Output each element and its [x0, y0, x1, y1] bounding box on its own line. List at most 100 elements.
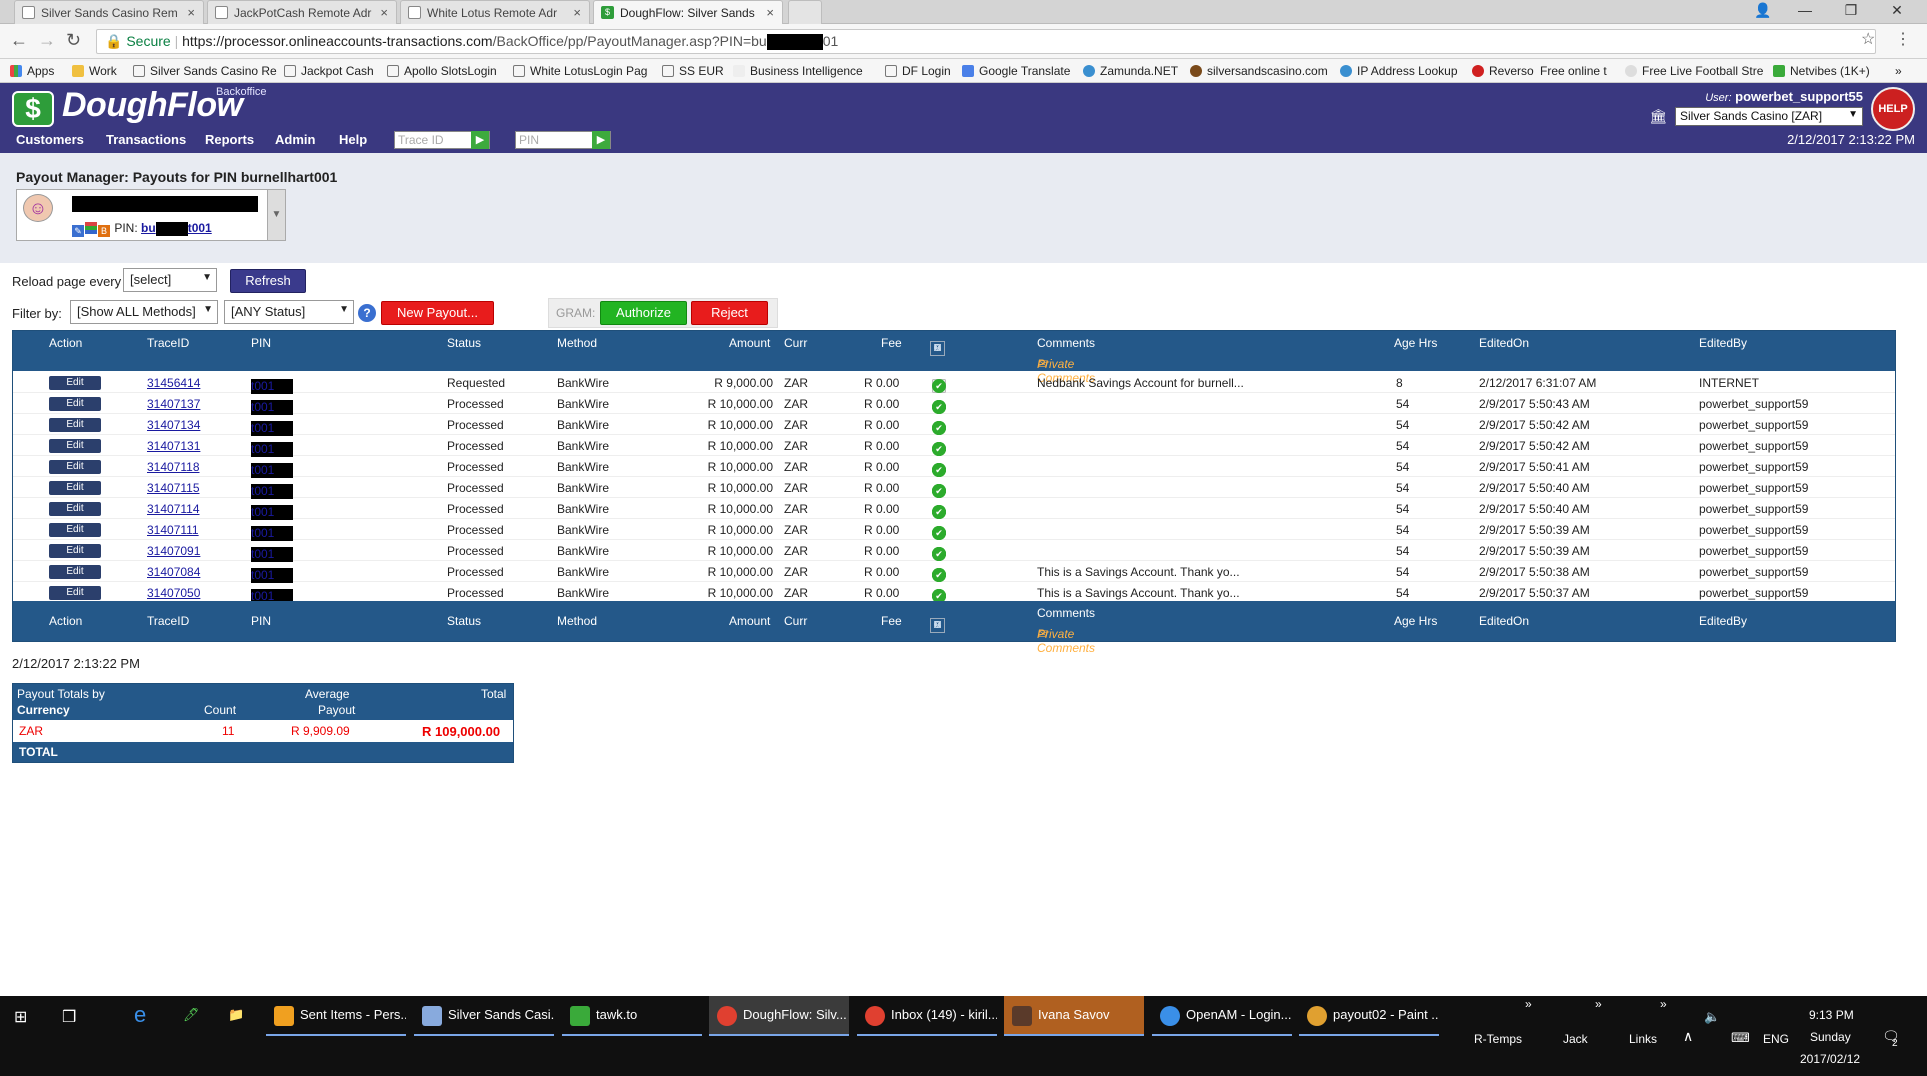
status-filter-select[interactable]: [ANY Status] ▼ — [224, 300, 354, 324]
browser-tab-white-lotus[interactable]: White Lotus Remote Adr × — [400, 0, 590, 24]
pin-go-button[interactable]: ▶ — [592, 131, 610, 149]
col-traceid[interactable]: TraceID — [147, 614, 189, 628]
edit-button[interactable]: Edit — [49, 418, 101, 432]
bookmark-free-live-football[interactable]: Free Live Football Stre — [1625, 64, 1763, 78]
browser-tab-silver-sands[interactable]: Silver Sands Casino Rem × — [14, 0, 204, 24]
col-method[interactable]: Method — [557, 336, 597, 350]
toolbar-links[interactable]: Links — [1629, 1032, 1657, 1046]
edit-icon[interactable]: ✎ — [72, 225, 84, 237]
more-bookmarks-icon[interactable]: » — [1895, 64, 1902, 78]
trace-id-link[interactable]: 31407115 — [147, 481, 200, 495]
col-status[interactable]: Status — [447, 614, 481, 628]
col-age[interactable]: Age Hrs — [1394, 336, 1437, 350]
col-age[interactable]: Age Hrs — [1394, 614, 1437, 628]
bookmark-zamunda[interactable]: Zamunda.NET — [1083, 64, 1178, 78]
taskbar-ivana-savov[interactable]: Ivana Savov — [1004, 996, 1144, 1036]
clock-time[interactable]: 9:13 PM — [1809, 1008, 1854, 1022]
taskbar-silver-sands[interactable]: Silver Sands Casi... — [414, 996, 554, 1036]
edit-button[interactable]: Edit — [49, 502, 101, 516]
new-payout-button[interactable]: New Payout... — [381, 301, 494, 325]
bookmark-apollo[interactable]: Apollo SlotsLogin — [387, 64, 497, 78]
refresh-button[interactable]: Refresh — [230, 269, 306, 293]
trace-id-link[interactable]: 31407091 — [147, 544, 200, 558]
bookmark-apps[interactable]: Apps — [10, 64, 54, 78]
reload-interval-select[interactable]: [select] ▼ — [123, 268, 217, 292]
bookmark-work[interactable]: Work — [72, 64, 117, 78]
bookmark-ip-lookup[interactable]: IP Address Lookup — [1340, 64, 1458, 78]
language-indicator[interactable]: ENG — [1763, 1032, 1789, 1046]
col-fee[interactable]: Fee — [881, 614, 902, 628]
trace-go-button[interactable]: ▶ — [471, 131, 489, 149]
edit-button[interactable]: Edit — [49, 544, 101, 558]
nav-reports[interactable]: Reports — [205, 132, 254, 147]
profile-icon[interactable]: 👤 — [1740, 0, 1786, 22]
bookmark-df-login[interactable]: DF Login — [885, 64, 951, 78]
taskbar-sent-items[interactable]: Sent Items - Pers... — [266, 996, 406, 1036]
trace-id-link[interactable]: 31407137 — [147, 397, 200, 411]
reject-button[interactable]: Reject — [691, 301, 768, 325]
menu-icon[interactable]: ⋮ — [1895, 31, 1911, 49]
edit-button[interactable]: Edit — [49, 523, 101, 537]
restore-icon[interactable]: ❐ — [1828, 0, 1874, 22]
edit-button[interactable]: Edit — [49, 460, 101, 474]
browser-tab-doughflow[interactable]: $ DoughFlow: Silver Sands × — [593, 0, 783, 24]
col-editedby[interactable]: EditedBy — [1699, 336, 1747, 350]
col-pin[interactable]: PIN — [251, 614, 271, 628]
chevron-down-icon[interactable]: ▼ — [267, 190, 285, 240]
forward-icon[interactable]: → — [38, 31, 56, 49]
taskbar-doughflow[interactable]: DoughFlow: Silv... — [709, 996, 849, 1036]
col-fee[interactable]: Fee — [881, 336, 902, 350]
bookmark-silver-sands[interactable]: Silver Sands Casino Re — [133, 64, 277, 78]
close-icon[interactable]: × — [380, 5, 388, 20]
col-editedon[interactable]: EditedOn — [1479, 336, 1529, 350]
trace-id-link[interactable]: 31456414 — [147, 376, 200, 390]
close-window-icon[interactable]: ✕ — [1874, 0, 1920, 22]
authorize-button[interactable]: Authorize — [600, 301, 687, 325]
bookmark-netvibes[interactable]: Netvibes (1K+) — [1773, 64, 1870, 78]
keyboard-icon[interactable]: ⌨ — [1731, 1030, 1750, 1046]
bookmark-star-icon[interactable]: ☆ — [1861, 31, 1875, 49]
bookmark-jackpot-cash[interactable]: Jackpot Cash — [284, 64, 374, 78]
help-button[interactable]: HELP — [1871, 87, 1915, 131]
col-curr[interactable]: Curr — [784, 336, 807, 350]
bookmark-google-translate[interactable]: Google Translate — [962, 64, 1070, 78]
bookmark-reverso[interactable]: Reverso — [1472, 64, 1534, 78]
reload-icon[interactable]: ↻ — [66, 31, 81, 49]
edit-button[interactable]: Edit — [49, 439, 101, 453]
bookmark-white-lotus[interactable]: White LotusLogin Pag — [513, 64, 647, 78]
back-icon[interactable]: ← — [10, 31, 28, 49]
url-input[interactable]: 🔒 Secure | https://processor.onlineaccou… — [96, 29, 1876, 54]
browser-tab-jackpotcash[interactable]: JackPotCash Remote Adr × — [207, 0, 397, 24]
col-editedon[interactable]: EditedOn — [1479, 614, 1529, 628]
close-icon[interactable]: × — [573, 5, 581, 20]
volume-icon[interactable]: 🔈 — [1704, 1009, 1720, 1025]
nav-admin[interactable]: Admin — [275, 132, 315, 147]
trace-id-link[interactable]: 31407084 — [147, 565, 200, 579]
toolbar-jack[interactable]: Jack — [1563, 1032, 1588, 1046]
trace-id-link[interactable]: 31407131 — [147, 439, 200, 453]
task-view-icon[interactable]: ❒ — [62, 996, 76, 1036]
bookmark-ss-eur[interactable]: SS EUR — [662, 64, 724, 78]
minimize-icon[interactable]: — — [1782, 0, 1828, 22]
col-curr[interactable]: Curr — [784, 614, 807, 628]
taskbar-inbox[interactable]: Inbox (149) - kiril... — [857, 996, 997, 1036]
info-icon[interactable]: ? — [358, 304, 376, 322]
edit-button[interactable]: Edit — [49, 565, 101, 579]
toolbar-expand-icon[interactable]: » — [1660, 997, 1667, 1011]
edit-button[interactable]: Edit — [49, 376, 101, 390]
edit-button[interactable]: Edit — [49, 481, 101, 495]
tray-chevron-up-icon[interactable]: ∧ — [1683, 1028, 1693, 1045]
toolbar-expand-icon[interactable]: » — [1525, 997, 1532, 1011]
new-tab-button[interactable] — [788, 0, 822, 24]
method-filter-select[interactable]: [Show ALL Methods] ▼ — [70, 300, 218, 324]
taskbar-tawk[interactable]: tawk.to — [562, 996, 702, 1036]
col-pin[interactable]: PIN — [251, 336, 271, 350]
col-amount[interactable]: Amount — [729, 614, 770, 628]
taskbar-openam[interactable]: OpenAM - Login... — [1152, 996, 1292, 1036]
edit-button[interactable]: Edit — [49, 586, 101, 600]
toolbar-rtemps[interactable]: R-Temps — [1474, 1032, 1522, 1046]
bookmark-silversandscasino[interactable]: silversandscasino.com — [1190, 64, 1328, 78]
customer-pin-link[interactable]: bu t001 — [141, 221, 212, 236]
col-status[interactable]: Status — [447, 336, 481, 350]
col-amount[interactable]: Amount — [729, 336, 770, 350]
